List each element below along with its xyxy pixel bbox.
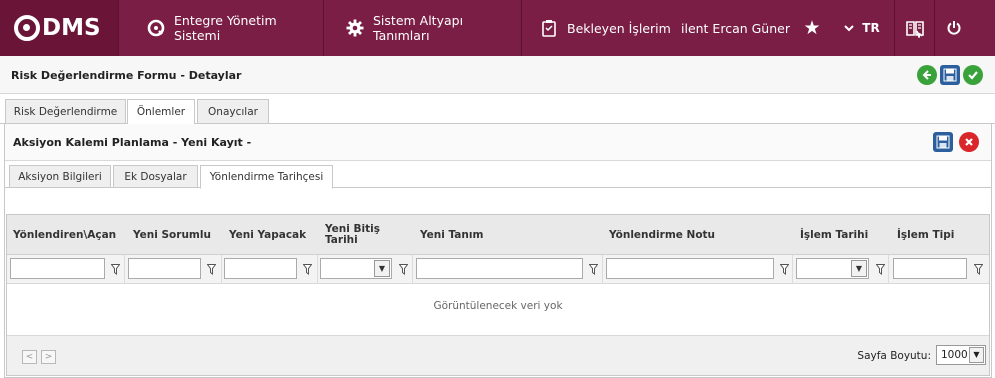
- filter-icon[interactable]: [206, 263, 217, 275]
- filter-cell: [603, 255, 793, 284]
- filter-cell: [7, 255, 125, 284]
- column-header[interactable]: Yönlendirme Notu: [603, 215, 789, 255]
- grid-header: Yönlendiren\Açan Yeni Sorumlu Yeni Yapac…: [7, 215, 989, 255]
- filter-icon[interactable]: [875, 263, 886, 275]
- q-logo-icon: [14, 15, 40, 41]
- nav-item-label: Entegre Yönetim Sistemi: [174, 13, 277, 43]
- filter-input[interactable]: [893, 258, 967, 279]
- qdms-logo[interactable]: DMS: [0, 0, 118, 56]
- panel-title: Aksiyon Kalemi Planlama - Yeni Kayıt -: [13, 136, 252, 149]
- page-title: Risk Değerlendirme Formu - Detaylar: [11, 69, 242, 82]
- clipboard-icon: [540, 19, 558, 37]
- chevron-down-icon: [844, 21, 854, 35]
- nav-item-label: Bekleyen İşlerim: [567, 20, 671, 36]
- language-code: TR: [862, 21, 880, 35]
- nav-item-label: Sistem Altyapı Tanımları: [373, 13, 464, 43]
- grid-pager: < > Sayfa Boyutu: 1000 ▼: [7, 335, 989, 375]
- empty-grid-message: Görüntülenecek veri yok: [433, 300, 563, 312]
- tab-aksiyon-bilgileri[interactable]: Aksiyon Bilgileri: [9, 165, 111, 188]
- top-navbar: DMS Entegre Yönetim Sistemi Sistem Altya…: [0, 0, 995, 56]
- q-circle-icon: [147, 19, 165, 37]
- column-header[interactable]: Yönlendiren\Açan: [7, 215, 125, 255]
- page-size-label: Sayfa Boyutu:: [857, 350, 931, 362]
- filter-date-select[interactable]: ▼: [796, 258, 869, 279]
- page-header: Risk Değerlendirme Formu - Detaylar: [0, 56, 995, 94]
- column-header[interactable]: Yeni Bitiş Tarihi: [319, 215, 411, 255]
- column-header[interactable]: Yeni Tanım: [414, 215, 600, 255]
- column-header[interactable]: Yeni Yapacak: [223, 215, 317, 255]
- panel-header: Aksiyon Kalemi Planlama - Yeni Kayıt -: [5, 124, 991, 161]
- filter-input[interactable]: [128, 258, 201, 279]
- user-name[interactable]: ilent Ercan Güner: [674, 0, 794, 56]
- page-actions: [917, 65, 983, 85]
- panel-tabs: Aksiyon Bilgileri Ek Dosyalar Yönlendirm…: [5, 161, 991, 189]
- tab-ek-dosyalar[interactable]: Ek Dosyalar: [113, 165, 198, 188]
- grid-filter-row: ▼ ▼: [7, 255, 989, 284]
- filter-input[interactable]: [224, 258, 297, 279]
- filter-cell: [126, 255, 222, 284]
- save-icon[interactable]: [933, 132, 953, 152]
- action-item-panel: Aksiyon Kalemi Planlama - Yeni Kayıt - A…: [4, 124, 992, 378]
- filter-date-select[interactable]: ▼: [320, 258, 392, 279]
- filter-icon[interactable]: [110, 263, 121, 275]
- power-icon[interactable]: [934, 0, 972, 56]
- filter-cell: [413, 255, 603, 284]
- column-header[interactable]: Yeni Sorumlu: [127, 215, 221, 255]
- routing-history-grid: Yönlendiren\Açan Yeni Sorumlu Yeni Yapac…: [6, 214, 990, 376]
- tab-risk-degerlendirme[interactable]: Risk Değerlendirme: [5, 99, 126, 124]
- prev-page-button[interactable]: <: [22, 350, 37, 364]
- filter-input[interactable]: [10, 258, 105, 279]
- close-icon[interactable]: [959, 132, 979, 152]
- filter-input[interactable]: [606, 258, 774, 279]
- filter-icon[interactable]: [973, 263, 984, 275]
- nav-bekleyen-islerim[interactable]: Bekleyen İşlerim: [521, 0, 674, 56]
- filter-icon[interactable]: [588, 263, 599, 275]
- page-size-select[interactable]: 1000 ▼: [936, 345, 986, 365]
- nav-sistem-altyapi-tanimlari[interactable]: Sistem Altyapı Tanımları: [323, 0, 521, 56]
- back-icon[interactable]: [917, 65, 937, 85]
- filter-input[interactable]: [416, 258, 583, 279]
- tab-yonlendirme-tarihcesi[interactable]: Yönlendirme Tarihçesi: [200, 165, 333, 189]
- nav-entegre-yonetim-sistemi[interactable]: Entegre Yönetim Sistemi: [118, 0, 323, 56]
- confirm-icon[interactable]: [963, 65, 983, 85]
- outer-tabs: Risk Değerlendirme Önlemler Onaycılar: [0, 94, 995, 125]
- column-header[interactable]: İşlem Tarihi: [794, 215, 888, 255]
- tab-onlemler[interactable]: Önlemler: [127, 99, 195, 125]
- filter-cell: ▼: [318, 255, 413, 284]
- page-size-value: 1000: [941, 349, 968, 361]
- filter-cell: ▼: [793, 255, 889, 284]
- column-header[interactable]: İşlem Tipi: [891, 215, 987, 255]
- chevron-down-icon: ▼: [851, 260, 867, 277]
- gear-icon: [346, 19, 364, 37]
- chevron-down-icon: ▼: [374, 260, 390, 277]
- filter-cell: [222, 255, 318, 284]
- filter-icon[interactable]: [302, 263, 313, 275]
- filter-icon[interactable]: [779, 263, 790, 275]
- save-icon[interactable]: [940, 65, 960, 85]
- language-selector[interactable]: TR: [830, 0, 894, 56]
- star-icon[interactable]: ★: [794, 0, 830, 56]
- next-page-button[interactable]: >: [41, 350, 56, 364]
- filter-cell: [889, 255, 989, 284]
- tab-onaycilar[interactable]: Onaycılar: [197, 99, 269, 124]
- book-icon[interactable]: [894, 0, 934, 56]
- panel-actions: [933, 132, 979, 152]
- chevron-down-icon: ▼: [969, 347, 984, 363]
- filter-icon[interactable]: [398, 263, 409, 275]
- logo-text: DMS: [42, 15, 101, 41]
